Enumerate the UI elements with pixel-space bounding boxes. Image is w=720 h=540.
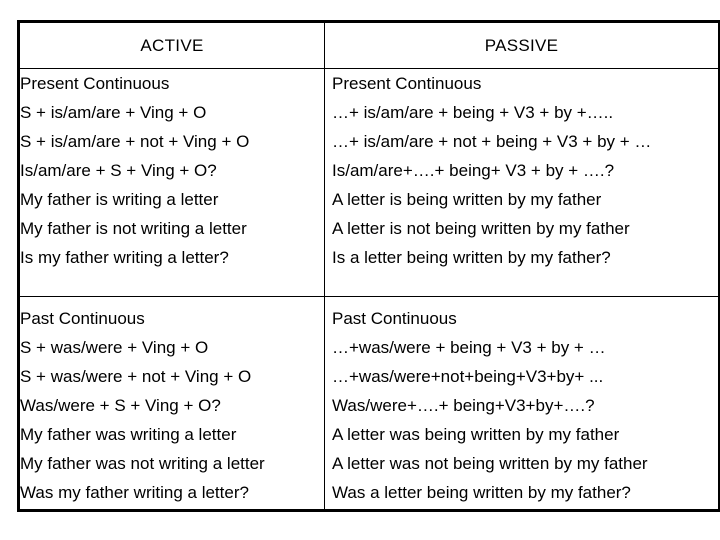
example-negative-line: A letter is not being written by my fath… <box>332 219 630 238</box>
example-negative-line: My father was not writing a letter <box>20 454 265 473</box>
formula-negative-line: …+was/were+not+being+V3+by+ ... <box>332 367 604 386</box>
tense-title-line: Past Continuous <box>332 309 457 328</box>
formula-question-line: Was/were + S + Ving + O? <box>20 396 221 415</box>
formula-affirmative-line: …+was/were + being + V3 + by + … <box>332 338 606 357</box>
column-header-passive: PASSIVE <box>324 21 720 69</box>
formula-negative-line: S + is/am/are + not + Ving + O <box>20 132 250 151</box>
slide-canvas: ACTIVE PASSIVE Present Continuous S + is… <box>0 0 720 540</box>
formula-affirmative-line: …+ is/am/are + being + V3 + by +….. <box>332 103 614 122</box>
example-question-line: Is my father writing a letter? <box>20 248 229 267</box>
active-passive-table: ACTIVE PASSIVE Present Continuous S + is… <box>17 20 720 512</box>
column-header-active-label: ACTIVE <box>140 36 204 55</box>
example-question-line: Was my father writing a letter? <box>20 483 249 502</box>
formula-question-line: Is/am/are + S + Ving + O? <box>20 161 217 180</box>
example-affirmative-line: My father is writing a letter <box>20 190 219 209</box>
formula-affirmative-line: S + is/am/are + Ving + O <box>20 103 207 122</box>
formula-negative-line: S + was/were + not + Ving + O <box>20 367 252 386</box>
table-row: Present Continuous S + is/am/are + Ving … <box>18 68 720 297</box>
example-affirmative-line: My father was writing a letter <box>20 425 237 444</box>
table-header-row: ACTIVE PASSIVE <box>18 21 720 69</box>
formula-affirmative-line: S + was/were + Ving + O <box>20 338 209 357</box>
formula-negative-line: …+ is/am/are + not + being + V3 + by + … <box>332 132 652 151</box>
example-affirmative-line: A letter was being written by my father <box>332 425 620 444</box>
example-affirmative-line: A letter is being written by my father <box>332 190 602 209</box>
tense-title-line: Present Continuous <box>332 74 482 93</box>
cell-past-continuous-passive: Past Continuous …+was/were + being + V3 … <box>324 296 720 511</box>
cell-past-continuous-active: Past Continuous S + was/were + Ving + O … <box>18 296 325 511</box>
formula-question-line: Is/am/are+….+ being+ V3 + by + ….? <box>332 161 615 180</box>
table-body: Present Continuous S + is/am/are + Ving … <box>18 68 720 511</box>
example-negative-line: My father is not writing a letter <box>20 219 247 238</box>
example-negative-line: A letter was not being written by my fat… <box>332 454 648 473</box>
column-header-passive-label: PASSIVE <box>484 36 559 55</box>
example-question-line: Was a letter being written by my father? <box>332 483 631 502</box>
tense-title-line: Present Continuous <box>20 74 170 93</box>
formula-question-line: Was/were+….+ being+V3+by+….? <box>332 396 595 415</box>
example-question-line: Is a letter being written by my father? <box>332 248 611 267</box>
tense-title-line: Past Continuous <box>20 309 145 328</box>
column-header-active: ACTIVE <box>18 21 325 69</box>
cell-present-continuous-passive: Present Continuous …+ is/am/are + being … <box>324 68 720 297</box>
table-row: Past Continuous S + was/were + Ving + O … <box>18 296 720 511</box>
table-header: ACTIVE PASSIVE <box>18 21 720 69</box>
cell-present-continuous-active: Present Continuous S + is/am/are + Ving … <box>18 68 325 297</box>
